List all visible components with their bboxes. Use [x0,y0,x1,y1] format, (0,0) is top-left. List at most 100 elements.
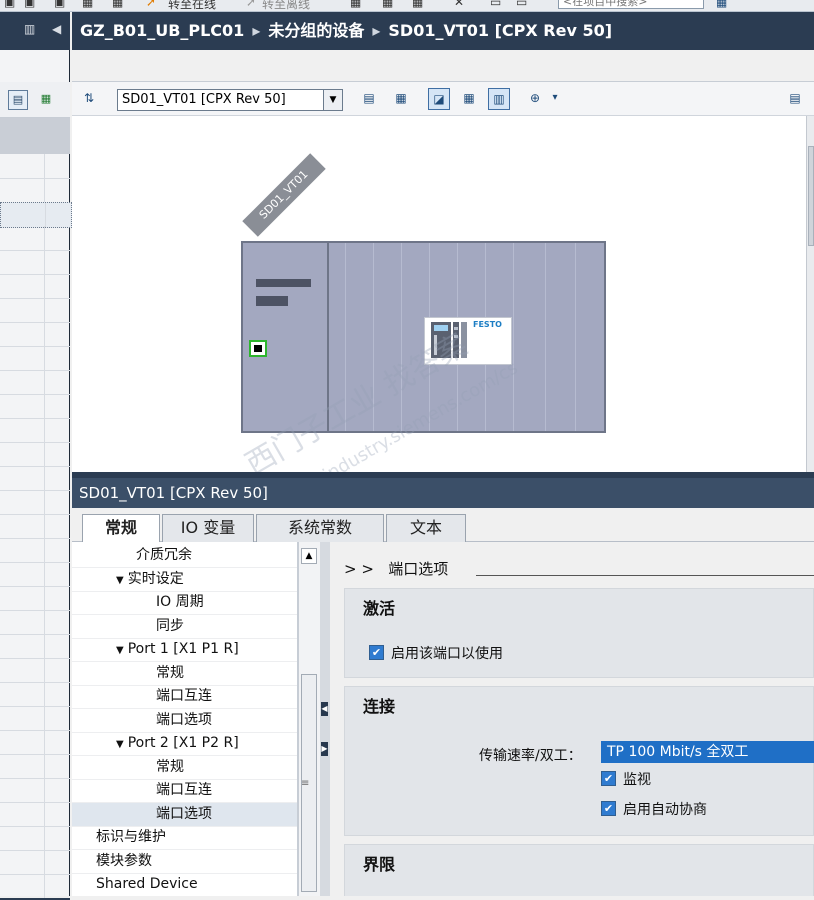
project-search-input[interactable]: <在项目中搜索> [558,0,704,9]
expand-caret-icon[interactable]: ▼ [116,575,124,586]
scrollbar-thumb[interactable] [808,146,814,246]
go-offline-icon[interactable]: ➚ [246,0,256,9]
enable-port-checkbox[interactable]: ✔ [369,645,384,660]
list-item[interactable] [0,562,70,587]
list-item[interactable] [0,250,70,275]
toolbar-icon[interactable]: ▦ [382,0,393,9]
breadcrumb-device[interactable]: SD01_VT01 [CPX Rev 50] [388,21,612,40]
list-item[interactable] [0,394,70,419]
nav-tree-item[interactable]: 常规 [72,662,297,686]
nav-tree-item[interactable]: 端口选项 [72,709,297,733]
list-item[interactable] [0,610,70,635]
list-item[interactable] [0,442,70,467]
go-online-button[interactable]: 转至在线 [168,0,216,11]
zoom-icon[interactable]: ⊕ [524,88,546,110]
list-item[interactable] [0,490,70,515]
list-item[interactable] [0,178,70,203]
expand-caret-icon[interactable]: ▼ [116,739,124,750]
show-names-icon[interactable]: ▦ [390,88,412,110]
split-view-icon[interactable]: ▥ [488,88,510,110]
list-item[interactable] [0,202,72,228]
nav-tree-item[interactable]: ▼ Port 1 [X1 P1 R] [72,638,297,662]
list-item[interactable] [0,346,70,371]
export-icon[interactable]: ▦ [36,90,56,110]
device-view-canvas[interactable]: SD01_VT01 FESTO [72,116,806,472]
zoom-dropdown-icon[interactable]: ▾ [544,88,566,110]
pane-pin-icon[interactable]: ▥ [24,22,35,36]
list-item[interactable] [0,538,70,563]
list-item[interactable] [0,514,70,539]
device-name-label[interactable]: SD01_VT01 [242,153,326,237]
monitor-checkbox[interactable]: ✔ [601,771,616,786]
nav-tree-item[interactable]: 常规 [72,756,297,780]
list-item[interactable] [0,850,70,875]
toolbar-icon[interactable]: ▭ [516,0,527,9]
list-item[interactable] [0,586,70,611]
autonegotiation-checkbox[interactable]: ✔ [601,801,616,816]
nav-tree-item[interactable]: IO 周期 [72,591,297,615]
head-module[interactable] [243,243,329,431]
list-item[interactable] [0,730,70,755]
nav-tree-item[interactable]: ▼ 实时设定 [72,568,297,592]
toolbar-icon[interactable]: ▦ [412,0,423,9]
nav-tree-item[interactable]: 端口互连 [72,685,297,709]
list-item[interactable] [0,874,70,900]
nav-tree-item[interactable]: 同步 [72,615,297,639]
list-item[interactable] [0,274,70,299]
list-item[interactable] [0,826,70,851]
device-selector[interactable]: SD01_VT01 [CPX Rev 50] ▼ [117,89,343,111]
expand-caret-icon[interactable]: ▼ [116,645,124,656]
toolbar-icon[interactable]: ▦ [82,0,93,9]
breadcrumb-project[interactable]: GZ_B01_UB_PLC01 [80,21,244,40]
list-item[interactable] [0,802,70,827]
hardware-catalog-icon[interactable]: ▤ [784,88,806,110]
list-item[interactable] [0,154,70,179]
toolbar-icon[interactable]: ▦ [350,0,361,9]
panel-splitter[interactable]: ◀ ▶ [320,542,330,896]
breadcrumb-group[interactable]: 未分组的设备 [268,21,364,40]
toolbar-icon[interactable]: ▦ [112,0,123,9]
list-item[interactable] [0,322,70,347]
toolbar-icon[interactable]: ▭ [490,0,501,9]
toolbar-icon[interactable]: ▣ [24,0,35,9]
list-item[interactable] [0,370,70,395]
scroll-up-icon[interactable]: ▲ [301,548,317,564]
canvas-vertical-scrollbar[interactable] [806,116,814,472]
tab-general[interactable]: 常规 [82,514,160,543]
list-item[interactable] [0,754,70,779]
grid-icon[interactable]: ▦ [458,88,480,110]
nav-tree-item[interactable]: 端口互连 [72,779,297,803]
toolbar-icon[interactable]: ✕ [454,0,464,9]
toolbar-icon[interactable]: ▣ [4,0,15,9]
nav-tree-scrollbar[interactable]: ▲ ≡ [298,542,320,896]
tab-system-constants[interactable]: 系统常数 [256,514,384,542]
list-item[interactable] [0,706,70,731]
go-online-icon[interactable]: ➚ [146,0,156,9]
list-item[interactable] [0,634,70,659]
tab-io-tags[interactable]: IO 变量 [162,514,254,542]
ethernet-port-icon[interactable] [249,340,267,357]
list-item[interactable] [0,682,70,707]
module-overview-icon[interactable]: ▤ [358,88,380,110]
collapse-left-icon[interactable]: ◀ [321,702,328,716]
device-rack[interactable]: FESTO [241,241,606,433]
list-item[interactable] [0,778,70,803]
nav-tree-item[interactable]: Shared Device [72,873,297,896]
nav-tree-item[interactable]: 模块参数 [72,850,297,874]
expand-right-icon[interactable]: ▶ [321,742,328,756]
transmission-rate-select[interactable]: TP 100 Mbit/s 全双工 [601,741,814,763]
list-item[interactable] [0,658,70,683]
nav-tree-item[interactable]: ▼ Port 2 [X1 P2 R] [72,732,297,756]
nav-tree-item[interactable]: 端口选项 [72,802,297,827]
list-item[interactable] [0,298,70,323]
show-labels-icon[interactable]: ◪ [428,88,450,110]
list-item[interactable] [0,418,70,443]
collapse-left-icon[interactable]: ◀ [52,22,61,36]
festo-module-graphic[interactable]: FESTO [424,317,512,365]
nav-tree-item[interactable]: 标识与维护 [72,826,297,850]
table-view-icon[interactable]: ▤ [8,90,28,110]
chevron-down-icon[interactable]: ▼ [323,90,342,110]
toolbar-icon[interactable]: ▣ [54,0,65,9]
list-item[interactable] [0,226,70,251]
list-item[interactable] [0,466,70,491]
